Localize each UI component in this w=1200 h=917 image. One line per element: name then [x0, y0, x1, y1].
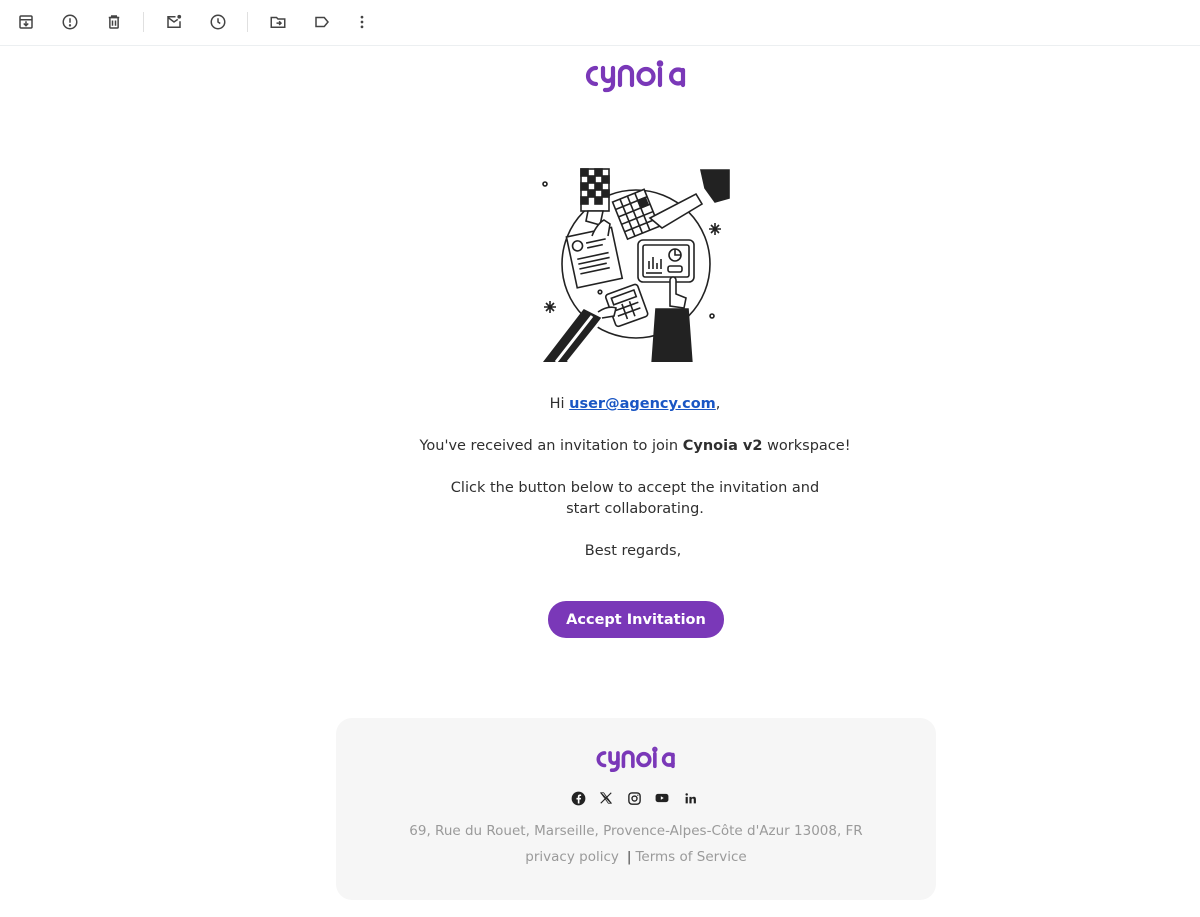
collaboration-illustration — [542, 168, 730, 362]
email-body: Hi user@agency.com, You've received an i… — [0, 46, 1200, 917]
x-icon — [599, 792, 613, 804]
toolbar-divider — [247, 12, 248, 32]
invite-suffix: workspace! — [762, 438, 851, 454]
email-footer: 69, Rue du Rouet, Marseille, Provence-Al… — [336, 718, 936, 900]
accept-invitation-button[interactable]: Accept Invitation — [548, 601, 724, 638]
legal-separator: | — [626, 849, 632, 865]
email-toolbar — [0, 0, 1200, 46]
greeting-prefix: Hi — [549, 396, 570, 412]
invite-prefix: You've received an invitation to join — [419, 438, 683, 454]
company-address: 69, Rue du Rouet, Marseille, Provence-Al… — [409, 823, 863, 839]
cynoia-logo — [585, 60, 686, 93]
terms-of-service-link[interactable]: Terms of Service — [635, 849, 746, 865]
recipient-email-link[interactable]: user@agency.com — [569, 396, 716, 412]
more-options-icon — [360, 15, 364, 29]
more-options-button[interactable] — [350, 10, 374, 34]
move-to-button[interactable] — [266, 10, 290, 34]
linkedin-link[interactable] — [682, 790, 698, 806]
report-spam-icon — [62, 14, 78, 30]
sign-off: Best regards, — [584, 543, 682, 559]
facebook-icon — [571, 791, 585, 805]
label-button[interactable] — [310, 10, 334, 34]
delete-button[interactable] — [102, 10, 126, 34]
linkedin-icon — [684, 792, 696, 803]
social-links — [570, 790, 698, 806]
facebook-link[interactable] — [570, 790, 586, 806]
instructions-text: Click the button below to accept the inv… — [450, 480, 820, 517]
x-link[interactable] — [598, 790, 614, 806]
greeting-suffix: , — [715, 396, 721, 412]
youtube-link[interactable] — [654, 790, 670, 806]
mark-unread-button[interactable] — [162, 10, 186, 34]
move-to-icon — [270, 16, 286, 28]
report-spam-button[interactable] — [58, 10, 82, 34]
snooze-button[interactable] — [206, 10, 230, 34]
archive-icon — [19, 15, 33, 29]
archive-button[interactable] — [14, 10, 38, 34]
instagram-link[interactable] — [626, 790, 642, 806]
mark-unread-icon — [167, 14, 182, 28]
legal-links: privacy policy | Terms of Service — [336, 849, 936, 865]
instagram-icon — [627, 791, 641, 805]
privacy-policy-link[interactable]: privacy policy — [525, 849, 619, 865]
delete-icon — [108, 15, 120, 29]
youtube-icon — [655, 793, 669, 803]
toolbar-divider — [143, 12, 144, 32]
snooze-icon — [210, 14, 226, 30]
invitation-message: You've received an invitation to join Cy… — [395, 436, 875, 457]
workspace-name: Cynoia v2 — [682, 438, 763, 454]
cynoia-footer-logo — [596, 746, 675, 773]
label-icon — [315, 16, 329, 28]
greeting: Hi user@agency.com, — [395, 394, 875, 415]
